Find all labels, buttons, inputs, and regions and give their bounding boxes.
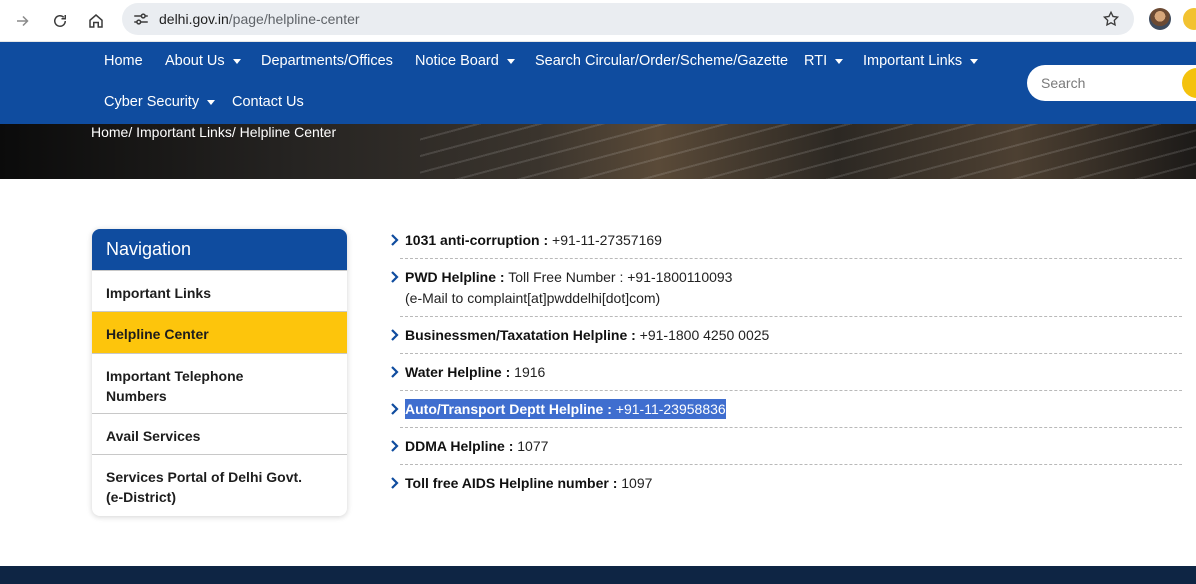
banner-image [420,124,1196,179]
nav-notice-board[interactable]: Notice Board [415,53,515,69]
helpline-number: 1916 [510,364,546,380]
chevron-right-icon [391,403,399,415]
sidebar-navigation: Navigation Important Links Helpline Cent… [92,229,347,516]
main-navbar: Home About Us Departments/Offices Notice… [0,42,1196,124]
helpline-number: +91-11-23958836 [611,401,726,417]
helpline-number: Toll Free Number : +91-1800110093 [504,269,733,285]
reload-icon[interactable] [45,6,75,36]
nav-important-links[interactable]: Important Links [863,53,979,69]
divider [400,464,1182,465]
sidebar-item-services-portal[interactable]: Services Portal of Delhi Govt. (e-Distri… [92,454,347,516]
profile-avatar[interactable] [1149,8,1171,30]
helpline-item: Toll free AIDS Helpline number : 1097 [390,473,1182,493]
helpline-name: DDMA Helpline : [405,438,514,454]
helpline-item: Water Helpline : 1916 [390,362,1182,382]
sidebar-item-important-telephone[interactable]: Important Telephone Numbers [92,353,347,413]
divider [400,316,1182,317]
helpline-item-selected: Auto/Transport Deptt Helpline : +91-11-2… [390,399,1182,419]
nav-cyber-security[interactable]: Cyber Security [104,94,216,110]
sidebar-item-label: Helpline Center [106,326,209,342]
sidebar-item-avail-services[interactable]: Avail Services [92,413,347,454]
url-text[interactable]: delhi.gov.in/page/helpline-center [159,11,360,27]
helpline-name: Auto/Transport Deptt Helpline : [405,401,612,417]
url-path: /page/helpline-center [228,11,360,27]
address-bar[interactable]: delhi.gov.in/page/helpline-center [122,3,1134,35]
helpline-name: Businessmen/Taxatation Helpline : [405,327,636,343]
helpline-name: PWD Helpline : [405,269,505,285]
search-input[interactable] [1041,73,1181,93]
sidebar-item-label: Important Telephone [106,368,244,384]
divider [400,353,1182,354]
helpline-number: 1097 [617,475,653,491]
nav-rti[interactable]: RTI [804,53,844,69]
helpline-number: 1077 [513,438,549,454]
helpline-item: Businessmen/Taxatation Helpline : +91-18… [390,325,1182,345]
sidebar-item-important-links[interactable]: Important Links [92,270,347,311]
divider [400,258,1182,259]
bookmark-star-icon[interactable] [1102,10,1120,28]
nav-about-us[interactable]: About Us [165,53,241,69]
site-info-icon[interactable] [132,10,150,28]
chevron-right-icon [391,366,399,378]
chevron-right-icon [391,477,399,489]
breadcrumb: Home/ Important Links/ Helpline Center [91,124,337,140]
helpline-name: Water Helpline : [405,364,511,380]
sidebar-item-label: Services Portal of Delhi Govt. [106,469,303,485]
sidebar-item-label: Avail Services [106,428,201,444]
divider [400,427,1182,428]
forward-icon[interactable] [8,6,38,36]
helpline-number: +91-11-27357169 [548,232,662,248]
caret-down-icon [970,59,979,64]
helpline-item: DDMA Helpline : 1077 [390,436,1182,456]
home-icon[interactable] [81,6,111,36]
site-search [1027,65,1196,101]
url-host: delhi.gov.in [159,11,229,27]
caret-down-icon [835,59,844,64]
helpline-email: (e-Mail to complaint[at]pwddelhi[dot]com… [405,290,661,306]
caret-down-icon [207,100,216,105]
extension-icon[interactable] [1183,8,1196,30]
sidebar-item-label: Numbers [106,388,167,404]
chevron-right-icon [391,271,399,283]
sidebar-item-label: (e-District) [106,489,177,505]
browser-toolbar: delhi.gov.in/page/helpline-center [0,0,1196,42]
chevron-right-icon [391,234,399,246]
sidebar-title: Navigation [92,229,347,270]
sidebar-item-helpline-center[interactable]: Helpline Center [92,311,347,353]
divider [400,390,1182,391]
nav-contact-us[interactable]: Contact Us [232,94,304,110]
helpline-item: 1031 anti-corruption : +91-11-27357169 [390,230,1182,250]
chevron-right-icon [391,440,399,452]
helpline-name: Toll free AIDS Helpline number : [405,475,618,491]
footer [0,566,1196,584]
chevron-right-icon [391,329,399,341]
nav-departments[interactable]: Departments/Offices [261,53,393,69]
nav-search-circular[interactable]: Search Circular/Order/Scheme/Gazette [535,53,788,69]
helpline-name: 1031 anti-corruption : [405,232,549,248]
caret-down-icon [232,59,241,64]
nav-home[interactable]: Home [104,53,143,69]
caret-down-icon [506,59,515,64]
page-banner: Home/ Important Links/ Helpline Center [0,124,1196,179]
helpline-item: PWD Helpline : Toll Free Number : +91-18… [390,267,1182,307]
helpline-number: +91-1800 4250 0025 [635,327,770,343]
search-button[interactable] [1182,68,1196,98]
text-selection: Auto/Transport Deptt Helpline : +91-11-2… [405,399,726,419]
sidebar-item-label: Important Links [106,285,212,301]
